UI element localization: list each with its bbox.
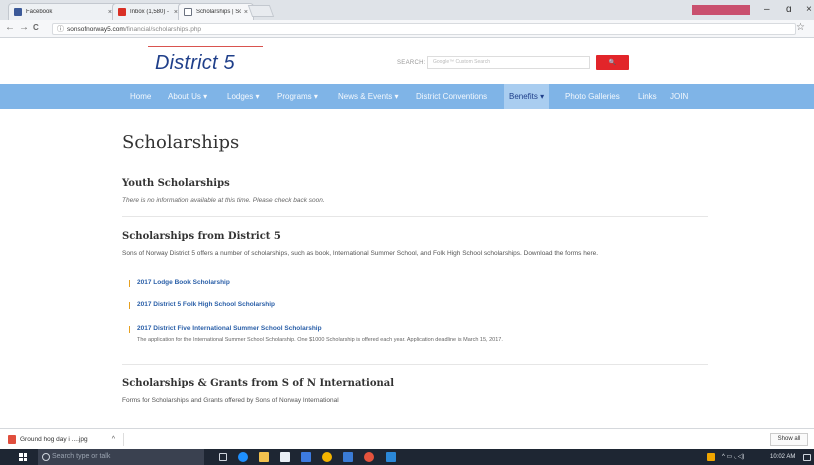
main-nav: Home About Us ▾ Lodges ▾ Programs ▾ News… — [0, 84, 814, 109]
maximize-icon[interactable]: ɑ — [786, 4, 792, 15]
section-divider — [122, 216, 708, 217]
windows-taskbar: Search type or talk ^ ▭ ◟ ◁) 10:02 AM — [0, 449, 814, 465]
facebook-icon — [14, 8, 22, 16]
taskbar-clock[interactable]: 10:02 AM — [770, 449, 795, 465]
url-host: sonsofnorway5.com — [67, 26, 125, 33]
nav-lodges[interactable]: Lodges ▾ — [227, 84, 259, 109]
logo-accent-line — [148, 46, 263, 47]
download-filename: Ground hog day i ....jpg — [20, 436, 88, 443]
search-label: SEARCH: — [397, 60, 426, 66]
youth-scholarships-heading: Youth Scholarships — [122, 178, 230, 189]
new-tab-button[interactable] — [247, 5, 275, 17]
nav-news-events[interactable]: News & Events ▾ — [338, 84, 398, 109]
download-item[interactable]: Ground hog day i ....jpg ^ — [6, 433, 124, 446]
district-scholarships-text: Sons of Norway District 5 offers a numbe… — [122, 250, 599, 257]
info-icon[interactable]: ⓘ — [57, 24, 64, 35]
tray-icons[interactable]: ^ ▭ ◟ ◁) — [722, 449, 744, 465]
close-icon[interactable]: × — [806, 4, 812, 15]
app-icon[interactable] — [386, 452, 396, 462]
chrome-icon[interactable] — [322, 452, 332, 462]
browser-tab-strip: Facebook × Inbox (1,580) - amason... × S… — [0, 0, 814, 20]
international-scholarships-text: Forms for Scholarships and Grants offere… — [122, 397, 339, 404]
summer-school-scholarship-desc: The application for the International Su… — [137, 337, 503, 343]
file-explorer-icon[interactable] — [259, 452, 269, 462]
summer-school-scholarship-link[interactable]: 2017 District Five International Summer … — [129, 325, 322, 333]
site-logo[interactable]: District 5 — [155, 52, 235, 75]
store-icon[interactable] — [280, 452, 290, 462]
task-view-icon[interactable] — [219, 453, 227, 461]
lodge-book-scholarship-link[interactable]: 2017 Lodge Book Scholarship — [129, 279, 230, 287]
youth-scholarships-text: There is no information available at thi… — [122, 197, 325, 204]
tab-close-icon[interactable]: × — [244, 9, 248, 16]
nav-join[interactable]: JOIN — [670, 84, 688, 109]
forward-icon[interactable]: → — [19, 22, 29, 33]
show-all-downloads-button[interactable]: Show all — [770, 433, 808, 446]
district-scholarships-heading: Scholarships from District 5 — [122, 231, 281, 242]
chevron-up-icon[interactable]: ^ — [112, 433, 115, 446]
download-shelf: Ground hog day i ....jpg ^ Show all — [0, 428, 814, 449]
search-input[interactable]: Google™ Custom Search — [427, 56, 590, 69]
tab-title: Inbox (1,580) - amason... — [130, 9, 171, 15]
tab-facebook[interactable]: Facebook × — [8, 3, 118, 20]
section-divider — [122, 364, 708, 365]
folk-high-school-scholarship-link[interactable]: 2017 District 5 Folk High School Scholar… — [129, 301, 275, 309]
gmail-icon — [118, 8, 126, 16]
image-file-icon — [8, 435, 16, 444]
nav-programs[interactable]: Programs ▾ — [277, 84, 318, 109]
reload-icon[interactable]: C — [33, 23, 39, 32]
international-scholarships-heading: Scholarships & Grants from S of N Intern… — [122, 378, 395, 389]
mail-icon[interactable] — [301, 452, 311, 462]
tray-app-icon[interactable] — [707, 453, 715, 461]
tab-title: Scholarships | Sons of N... — [196, 9, 241, 15]
bookmark-star-icon[interactable]: ☆ — [796, 22, 805, 33]
tab-gmail[interactable]: Inbox (1,580) - amason... × — [112, 3, 184, 20]
profile-badge[interactable] — [692, 5, 750, 15]
nav-photo-galleries[interactable]: Photo Galleries — [565, 84, 620, 109]
action-center-icon[interactable] — [803, 454, 811, 461]
tab-title: Facebook — [26, 9, 53, 15]
windows-start-icon[interactable] — [19, 453, 27, 461]
app-icon[interactable] — [343, 452, 353, 462]
nav-district-conventions[interactable]: District Conventions — [416, 84, 487, 109]
nav-about-us[interactable]: About Us ▾ — [168, 84, 207, 109]
tab-scholarships[interactable]: Scholarships | Sons of N... × — [178, 3, 254, 20]
nav-benefits[interactable]: Benefits ▾ — [504, 84, 550, 109]
url-path: /financial/scholarships.php — [124, 26, 202, 33]
nav-links[interactable]: Links — [638, 84, 657, 109]
address-bar-row: ← → C ⓘ sonsofnorway5.com/financial/scho… — [0, 20, 814, 38]
page-title: Scholarships — [122, 132, 240, 153]
back-icon[interactable]: ← — [5, 22, 15, 33]
page-icon — [184, 8, 192, 16]
edge-icon[interactable] — [238, 452, 248, 462]
nav-home[interactable]: Home — [130, 84, 151, 109]
taskbar-search-input[interactable]: Search type or talk — [38, 449, 204, 465]
search-button[interactable]: 🔍 — [596, 55, 629, 70]
url-input[interactable]: ⓘ sonsofnorway5.com/financial/scholarshi… — [52, 23, 796, 35]
app-icon[interactable] — [364, 452, 374, 462]
search-icon: 🔍 — [608, 60, 617, 66]
minimize-icon[interactable]: – — [764, 4, 770, 15]
